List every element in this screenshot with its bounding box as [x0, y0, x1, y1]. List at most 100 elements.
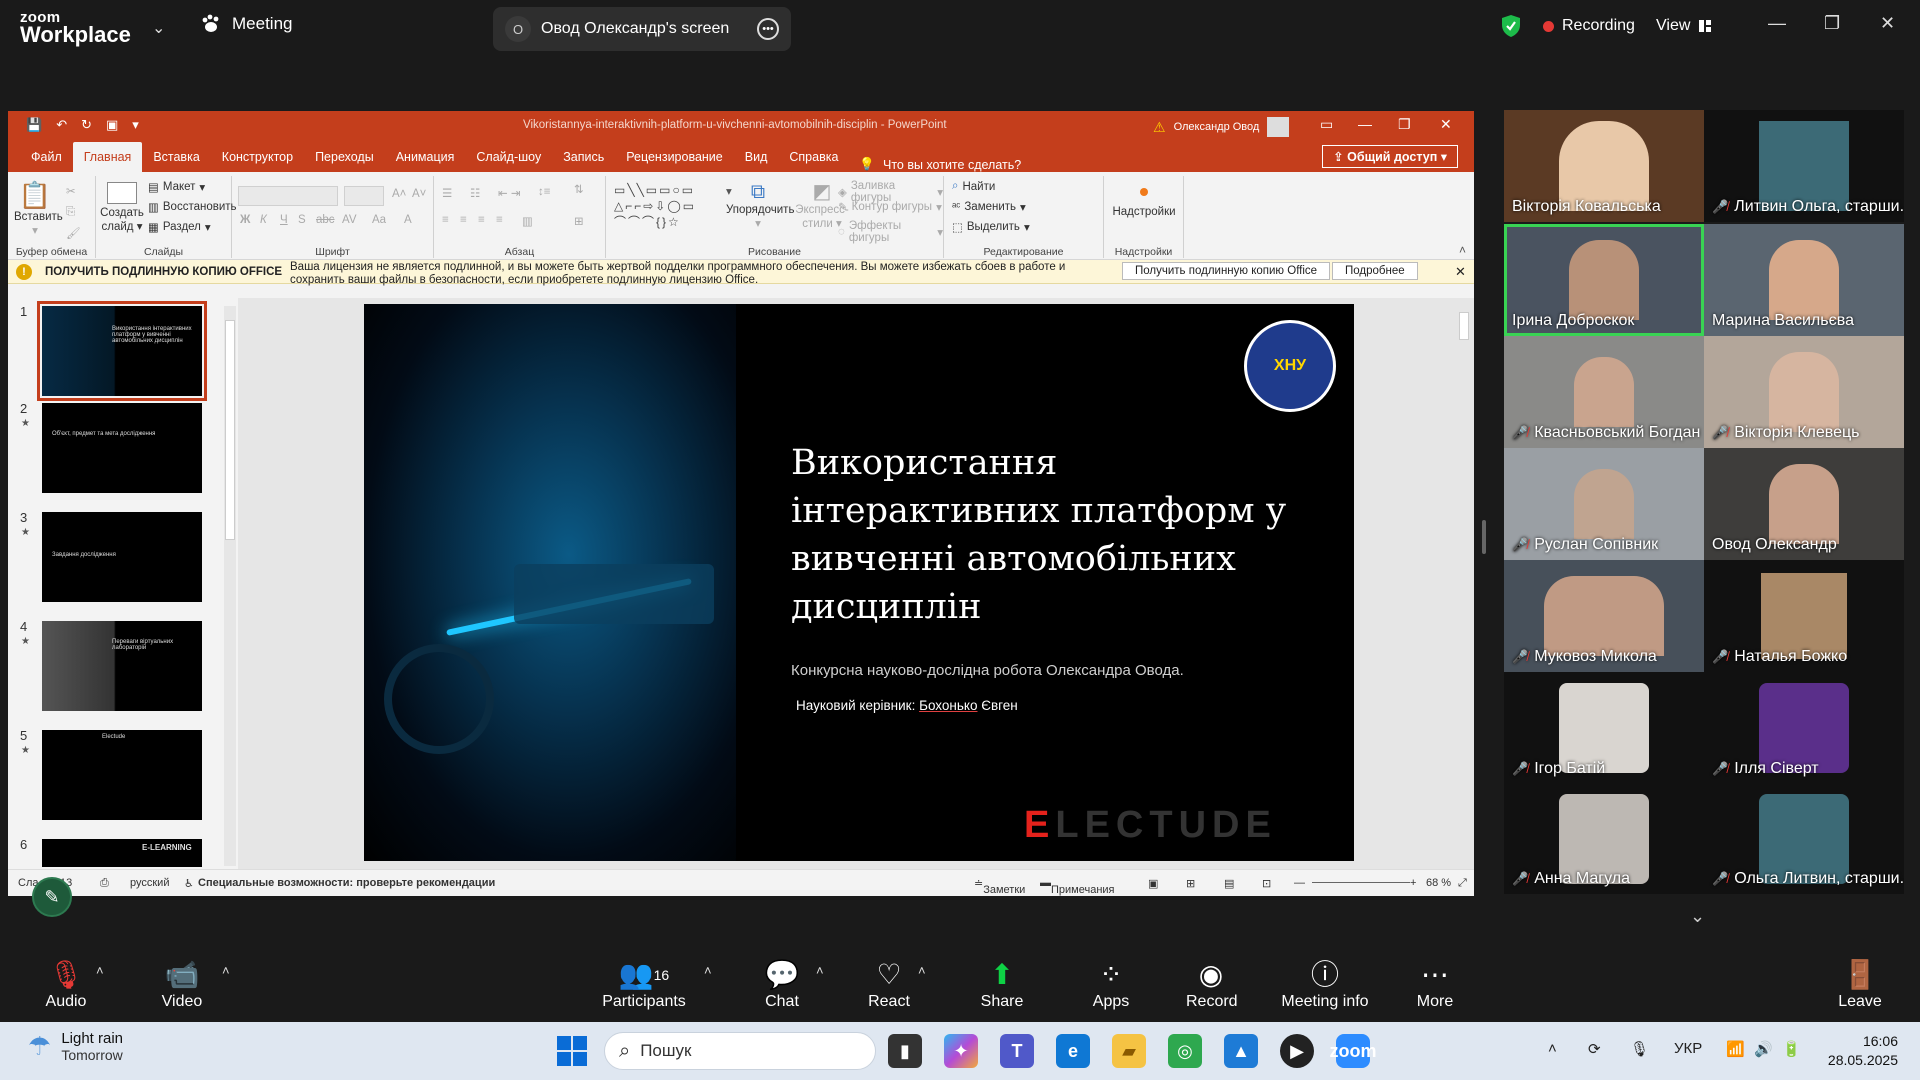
font-color-icon[interactable]: A [404, 214, 412, 226]
sync-icon[interactable]: ⟳ [1588, 1040, 1601, 1058]
shapes-gallery[interactable]: ▭╲╲▭▭○▭ △⌐⌐⇨⇩◯▭ ⌒⌒⌒{}☆ [614, 182, 724, 232]
zoom-out-icon[interactable]: — [1294, 877, 1305, 889]
undo-icon[interactable]: ↶ [56, 117, 67, 133]
slide-thumbnail[interactable]: Використання інтерактивних платформ у ви… [37, 301, 207, 401]
shape-effects-button[interactable]: ◌ Эффекты фигуры ▾ [838, 220, 943, 244]
gallery-scroll-down-icon[interactable]: ⌄ [1690, 906, 1705, 927]
ppt-close-icon[interactable]: ✕ [1440, 116, 1452, 133]
language-indicator[interactable]: русский [130, 877, 169, 889]
grow-font-icon[interactable]: A˄ [392, 188, 406, 200]
customize-qat-icon[interactable]: ▾ [132, 117, 139, 133]
cut-icon[interactable]: ✂ [66, 184, 76, 198]
font-name-field[interactable] [238, 186, 338, 206]
record-button[interactable]: ◉ Record [1186, 957, 1238, 1011]
redo-icon[interactable]: ↻ [81, 117, 92, 133]
get-genuine-office-button[interactable]: Получить подлинную копию Office [1122, 262, 1331, 280]
taskbar-search[interactable]: ⌕ Пошук [604, 1032, 876, 1070]
line-spacing-icon[interactable]: ↕≡ [538, 186, 550, 198]
spacing-icon[interactable]: AV [342, 214, 357, 226]
task-view-icon[interactable]: ▮ [888, 1034, 922, 1068]
meeting-info-button[interactable]: ⓘ Meeting info [1275, 957, 1375, 1011]
format-painter-icon[interactable]: 🖌 [66, 226, 81, 240]
participants-button[interactable]: 👥16 Participants [600, 957, 688, 1011]
tab-record[interactable]: Запись [552, 142, 615, 172]
align-left-icon[interactable]: ≡ [442, 214, 449, 226]
accessibility-status[interactable]: Специальные возможности: проверьте реком… [198, 877, 495, 889]
slide-thumbnail[interactable]: Electude [42, 730, 202, 820]
notes-button[interactable]: ≐ Заметки [974, 877, 1025, 896]
slide-thumbnail[interactable]: Об'єкт, предмет та мета дослідження [42, 403, 202, 493]
slide-subtitle[interactable]: Конкурсна науково-дослідна робота Олекса… [791, 662, 1184, 679]
audio-button[interactable]: 🎙 Audio [40, 957, 92, 1011]
slideshow-view-icon[interactable]: ⊡ [1262, 877, 1271, 890]
participant-tile[interactable]: 🎤̸ Литвин Ольга, старши... [1704, 110, 1904, 222]
spellcheck-icon[interactable]: ⎙ [100, 877, 109, 890]
shadow-icon[interactable]: S [298, 214, 306, 226]
tell-me-search[interactable]: 💡 Что вы хотите сделать? [849, 157, 1021, 172]
bullets-icon[interactable]: ☰ [442, 186, 452, 200]
windows-start-icon[interactable] [557, 1036, 587, 1066]
shape-outline-button[interactable]: ✎ Контур фигуры ▾ [838, 200, 942, 214]
tab-insert[interactable]: Вставка [142, 142, 210, 172]
reading-view-icon[interactable]: ▤ [1224, 877, 1234, 890]
annotation-pen-icon[interactable]: ✎ [32, 877, 72, 917]
recording-indicator[interactable]: Recording [1543, 17, 1635, 35]
volume-icon[interactable]: 🔊 [1754, 1040, 1773, 1058]
find-button[interactable]: ⌕ Найти [952, 180, 995, 193]
user-account[interactable]: ⚠ Олександр Овод [1153, 117, 1290, 137]
photos-icon[interactable]: ▲ [1224, 1034, 1258, 1068]
align-right-icon[interactable]: ≡ [478, 214, 485, 226]
tab-review[interactable]: Рецензирование [615, 142, 734, 172]
media-player-icon[interactable]: ▶ [1280, 1034, 1314, 1068]
meeting-menu[interactable]: Meeting [200, 14, 292, 34]
participant-tile[interactable]: Овод Олександр [1704, 448, 1904, 560]
bold-icon[interactable]: Ж [240, 214, 250, 226]
close-icon[interactable]: ✕ [1880, 13, 1895, 34]
tab-view[interactable]: Вид [734, 142, 779, 172]
close-infobar-icon[interactable]: ✕ [1455, 264, 1466, 280]
more-options-icon[interactable]: ••• [757, 18, 779, 40]
shared-screen-pill[interactable]: O Овод Олександр's screen ••• [493, 7, 791, 51]
edge-icon[interactable]: e [1056, 1034, 1090, 1068]
tab-file[interactable]: Файл [20, 142, 73, 172]
zoom-app-icon[interactable]: zoom [1330, 1034, 1377, 1068]
more-button[interactable]: ⋯ More [1412, 957, 1458, 1011]
strikethrough-icon[interactable]: abc [316, 214, 335, 226]
save-icon[interactable]: 💾 [26, 117, 42, 133]
slide-thumbnail[interactable]: E-LEARNING [42, 839, 202, 867]
file-explorer-icon[interactable]: ▰ [1112, 1034, 1146, 1068]
comments-button[interactable]: ▬ Примечания [1040, 877, 1115, 896]
font-size-field[interactable] [344, 186, 384, 206]
italic-icon[interactable]: К [260, 214, 267, 226]
reset-button[interactable]: ▥ Восстановить [148, 200, 237, 214]
zoom-in-icon[interactable]: + [1410, 877, 1416, 889]
tray-overflow-icon[interactable]: ˄ [1548, 1040, 1557, 1057]
leave-button[interactable]: 🚪 Leave [1838, 957, 1882, 1011]
weather-widget[interactable]: ☂ Light rain Tomorrow [28, 1030, 123, 1063]
tab-slideshow[interactable]: Слайд-шоу [465, 142, 552, 172]
participant-tile[interactable]: 🎤̸ Наталья Божко [1704, 560, 1904, 672]
slide-sorter-icon[interactable]: ⊞ [1186, 877, 1195, 890]
system-clock[interactable]: 16:06 28.05.2025 [1828, 1032, 1898, 1070]
arrange-button[interactable]: ⧉ Упорядочить ▾ [726, 180, 794, 232]
chat-button[interactable]: 💬 Chat [760, 957, 804, 1011]
slide-thumbnail[interactable]: Переваги віртуальних лабораторій [42, 621, 202, 711]
copilot-icon[interactable]: ✦ [944, 1034, 978, 1068]
text-direction-icon[interactable]: ⇅ [574, 182, 584, 196]
participant-tile[interactable]: 🎤̸ Вікторія Клевець [1704, 336, 1904, 448]
participant-tile[interactable]: 🎤̸ Руслан Сопівник [1504, 448, 1704, 560]
apps-button[interactable]: ⁘ Apps [1088, 957, 1134, 1011]
zoom-workplace-logo[interactable]: zoom Workplace [20, 10, 131, 46]
react-button[interactable]: ♡ React [866, 957, 912, 1011]
tab-home[interactable]: Главная [72, 142, 143, 172]
layout-button[interactable]: ▤ Макет ▾ [148, 180, 205, 194]
input-language[interactable]: УКР [1674, 1040, 1702, 1057]
columns-icon[interactable]: ▥ [522, 214, 533, 228]
collapse-ribbon-icon[interactable]: ˄ [1459, 243, 1466, 257]
section-button[interactable]: ▦ Раздел ▾ [148, 220, 211, 234]
participant-tile[interactable]: 🎤̸ Ольга Литвин, старши... [1704, 784, 1904, 894]
learn-more-button[interactable]: Подробнее [1332, 262, 1418, 280]
current-slide[interactable]: ХНУ Використання інтерактивних платформ … [364, 304, 1354, 861]
start-slideshow-icon[interactable]: ▣ [106, 117, 118, 133]
slide-title[interactable]: Використання інтерактивних платформ у ви… [791, 439, 1311, 631]
